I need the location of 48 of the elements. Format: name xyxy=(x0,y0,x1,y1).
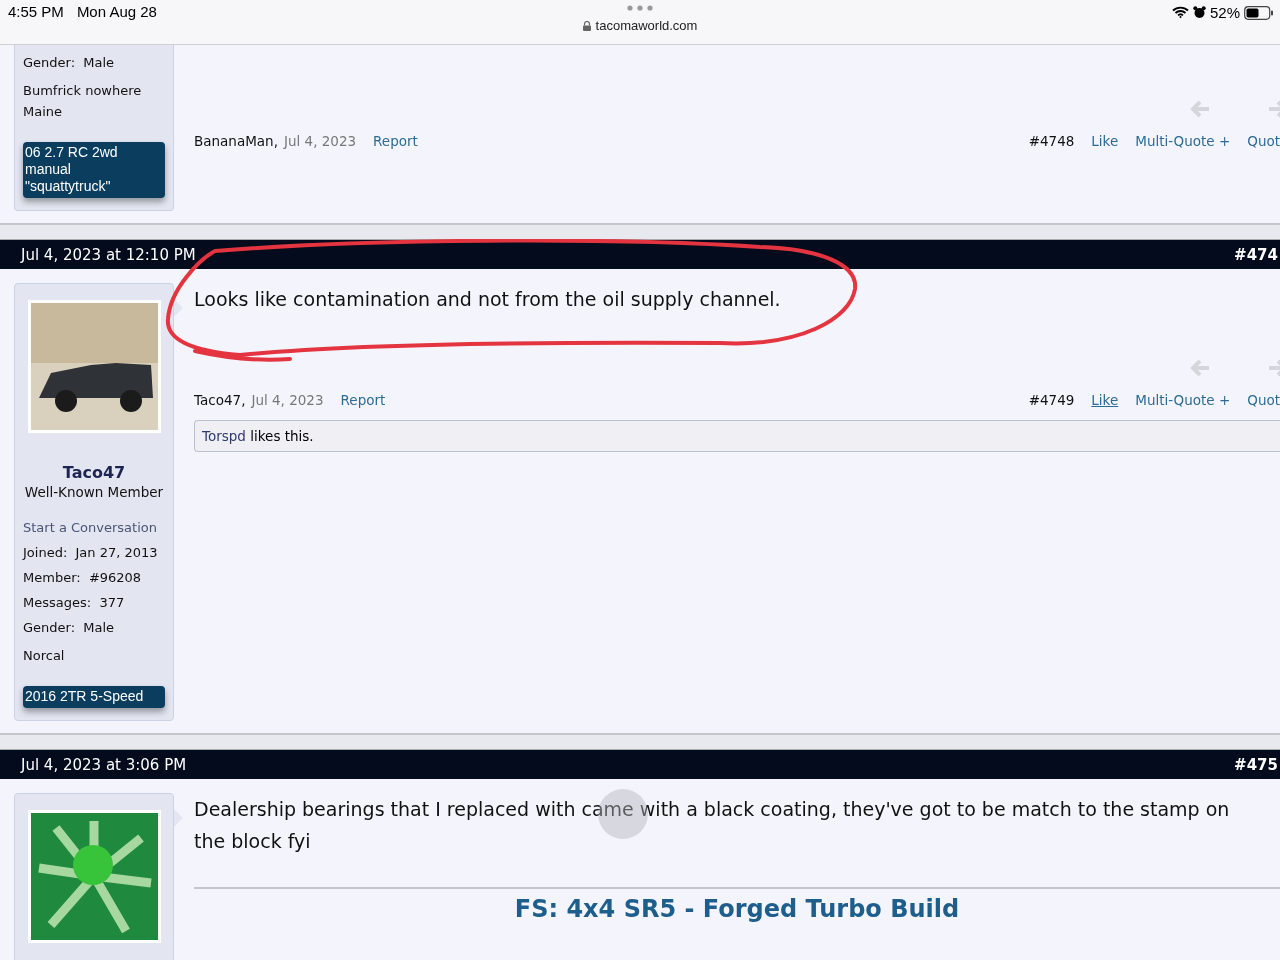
post-number[interactable]: #4749 xyxy=(1028,392,1075,408)
user-stat: Member: #96208 xyxy=(23,570,143,585)
report-link[interactable]: Report xyxy=(340,392,386,408)
post-author[interactable]: Taco47, xyxy=(194,392,246,408)
vehicle-banner: 06 2.7 RC 2wd manual "squattytruck" xyxy=(23,142,165,198)
post-author[interactable]: BananaMan, xyxy=(194,133,278,149)
post-date: Jul 4, 2023 xyxy=(251,392,324,408)
user-stat: Gender: Male xyxy=(23,620,116,635)
arrow-left-icon[interactable] xyxy=(1190,359,1210,377)
post-number[interactable]: #474 xyxy=(1234,245,1278,264)
post-date: Jul 4, 2023 xyxy=(283,133,357,149)
more-icon[interactable] xyxy=(627,5,653,11)
post-message: Looks like contamination and not from the oil supply channel. xyxy=(194,287,782,312)
post-action-link[interactable]: Quot xyxy=(1247,392,1280,408)
user-location: Norcal xyxy=(23,647,66,665)
user-title: Well-Known Member xyxy=(23,484,165,500)
post-action-link[interactable]: Like xyxy=(1091,133,1119,149)
post-date: Jul 4, 2023 at 3:06 PM xyxy=(21,755,187,774)
battery-percent: 52% xyxy=(1209,4,1240,21)
arrow-left-icon[interactable] xyxy=(1190,100,1210,118)
status-date: Mon Aug 28 xyxy=(76,3,157,22)
wifi-icon xyxy=(1171,6,1189,18)
user-stat: Gender: Male xyxy=(23,55,116,70)
report-link[interactable]: Report xyxy=(373,133,418,149)
address-bar-url[interactable]: tacomaworld.com xyxy=(595,18,698,33)
user-location: Bumfrick nowhere Maine xyxy=(23,82,143,121)
post-action-link[interactable]: Multi-Quote + xyxy=(1135,392,1231,408)
post-number[interactable]: #4748 xyxy=(1028,133,1075,149)
lock-icon xyxy=(582,20,591,31)
liker-link[interactable]: Torspd xyxy=(202,428,246,444)
post-number[interactable]: #475 xyxy=(1234,755,1278,774)
post-action-link[interactable]: Quot xyxy=(1247,133,1280,149)
start-conversation-link[interactable]: Start a Conversation xyxy=(23,520,165,535)
post-message: Dealership bearings that I replaced with came with a black coating, they've got to be match to the stamp on the block fyi xyxy=(194,797,1231,854)
alarm-icon xyxy=(1192,6,1206,19)
avatar-illustration[interactable] xyxy=(27,810,161,943)
post-date: Jul 4, 2023 at 12:10 PM xyxy=(21,245,196,264)
battery-icon xyxy=(1244,6,1274,20)
status-time: 4:55 PM xyxy=(8,3,64,22)
avatar-photo-placeholder[interactable] xyxy=(27,300,161,433)
likes-text: likes this. xyxy=(250,428,314,444)
post-action-link[interactable]: Like xyxy=(1091,392,1119,408)
username-link[interactable]: Taco47 xyxy=(23,463,165,482)
vehicle-banner: 2016 2TR 5-Speed xyxy=(23,686,165,708)
user-stat: Joined: Jan 27, 2013 xyxy=(23,545,159,560)
post-action-link[interactable]: Multi-Quote + xyxy=(1135,133,1231,149)
signature-heading[interactable]: FS: 4x4 SR5 - Forged Turbo Build xyxy=(194,895,1280,923)
user-stat: Messages: 377 xyxy=(23,595,126,610)
